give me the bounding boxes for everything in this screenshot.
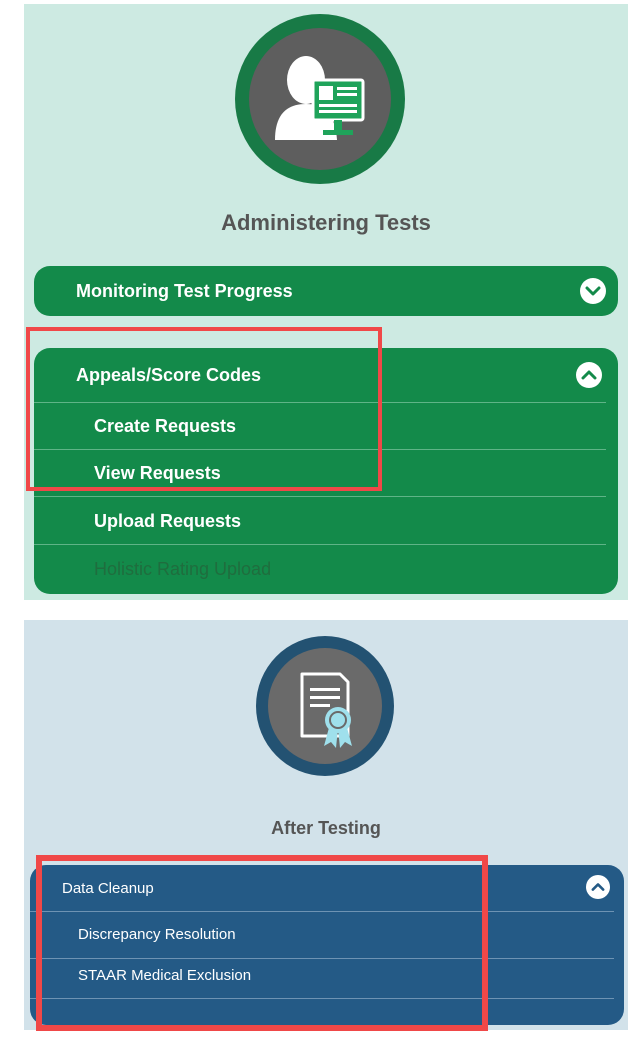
divider [34,496,606,497]
chevron-up-icon[interactable] [586,875,610,899]
chevron-down-icon[interactable] [580,278,606,304]
section-title: After Testing [271,818,381,838]
menu-item-upload-requests[interactable]: Upload Requests [94,511,241,532]
after-testing-icon [256,636,394,776]
administering-tests-icon [235,14,405,184]
chevron-up-icon[interactable] [576,362,602,388]
administering-tests-panel: Administering Tests Monitoring Test Prog… [24,4,628,600]
user-monitor-icon [249,28,391,170]
accordion-label: Monitoring Test Progress [76,281,293,301]
divider [34,544,606,545]
highlight-box [26,327,382,491]
highlight-box [36,855,488,1031]
menu-item-holistic-rating-upload[interactable]: Holistic Rating Upload [94,559,271,580]
section-title: Administering Tests [221,210,431,235]
certificate-icon [268,648,382,764]
accordion-monitoring-test-progress[interactable]: Monitoring Test Progress [34,266,618,316]
